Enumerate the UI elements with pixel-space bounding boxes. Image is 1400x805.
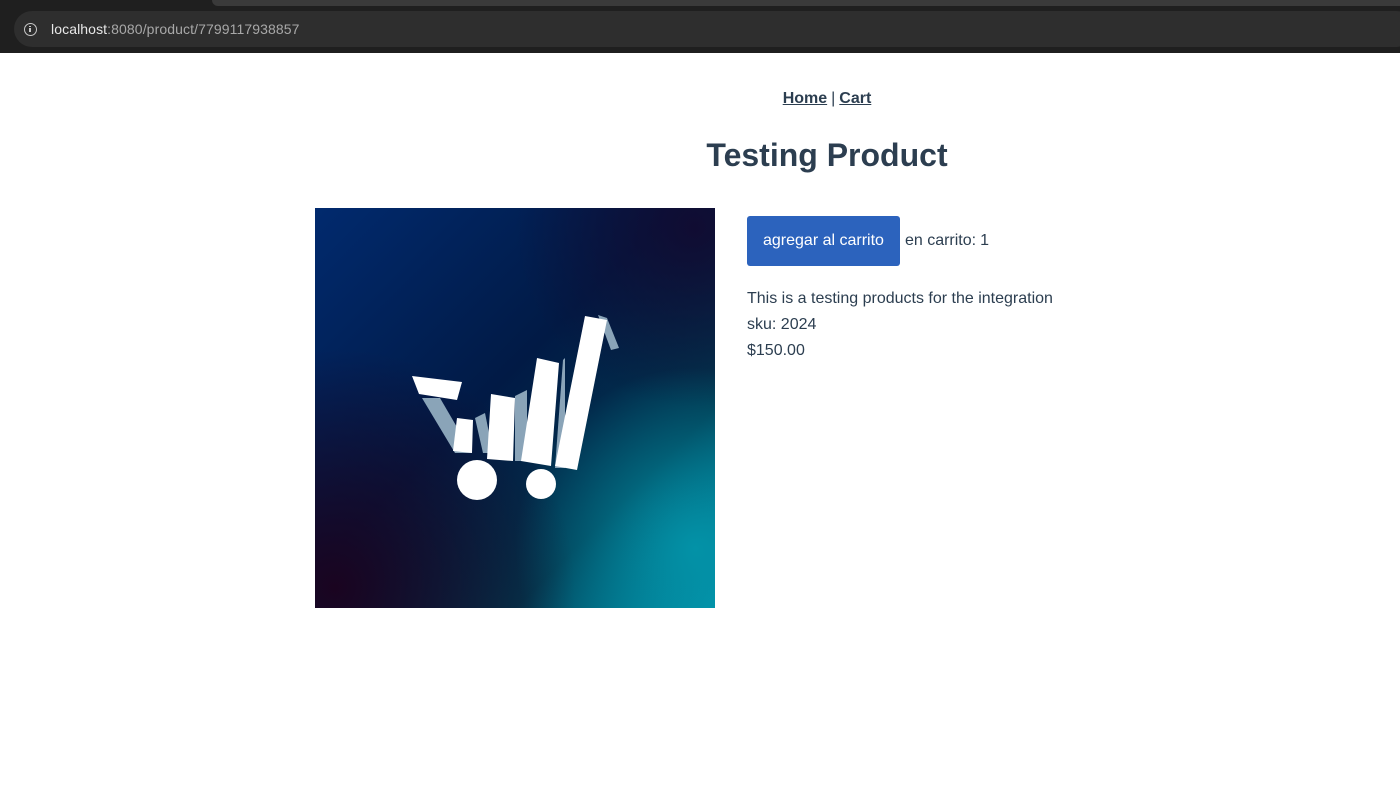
in-cart-count: 1 bbox=[980, 232, 989, 249]
url-host: localhost bbox=[51, 21, 108, 37]
product-description: This is a testing products for the integ… bbox=[747, 290, 1053, 307]
add-to-cart-button[interactable]: agregar al carrito bbox=[747, 216, 900, 266]
sku-label: sku: bbox=[747, 316, 777, 333]
url-path: :8080/product/7799117938857 bbox=[107, 21, 300, 37]
cart-link[interactable]: Cart bbox=[839, 90, 871, 107]
top-nav: Home | Cart bbox=[0, 90, 1400, 108]
product-details: agregar al carrito en carrito: 1 This is … bbox=[747, 216, 1167, 364]
shopping-cart-chart-logo-icon bbox=[315, 208, 715, 608]
page-content: Home | Cart Testing Product agregar al c… bbox=[0, 53, 1400, 805]
browser-toolbar: localhost:8080/product/7799117938857 bbox=[0, 0, 1400, 53]
url-text[interactable]: localhost:8080/product/7799117938857 bbox=[51, 21, 300, 37]
nav-separator: | bbox=[831, 90, 836, 107]
page-title: Testing Product bbox=[706, 137, 948, 173]
product-price: $150.00 bbox=[747, 342, 805, 359]
site-info-icon[interactable] bbox=[24, 22, 37, 36]
address-bar[interactable]: localhost:8080/product/7799117938857 bbox=[14, 11, 1400, 47]
home-link[interactable]: Home bbox=[783, 90, 827, 107]
in-cart-status: en carrito: 1 bbox=[905, 232, 989, 250]
tab-strip bbox=[212, 0, 1400, 6]
in-cart-label: en carrito: bbox=[904, 232, 977, 249]
product-info: This is a testing products for the integ… bbox=[747, 286, 1167, 364]
sku-value: 2024 bbox=[780, 316, 817, 333]
cart-row: agregar al carrito en carrito: 1 bbox=[747, 216, 1167, 266]
product-image bbox=[315, 208, 715, 608]
product-sku: sku: 2024 bbox=[747, 312, 1167, 338]
